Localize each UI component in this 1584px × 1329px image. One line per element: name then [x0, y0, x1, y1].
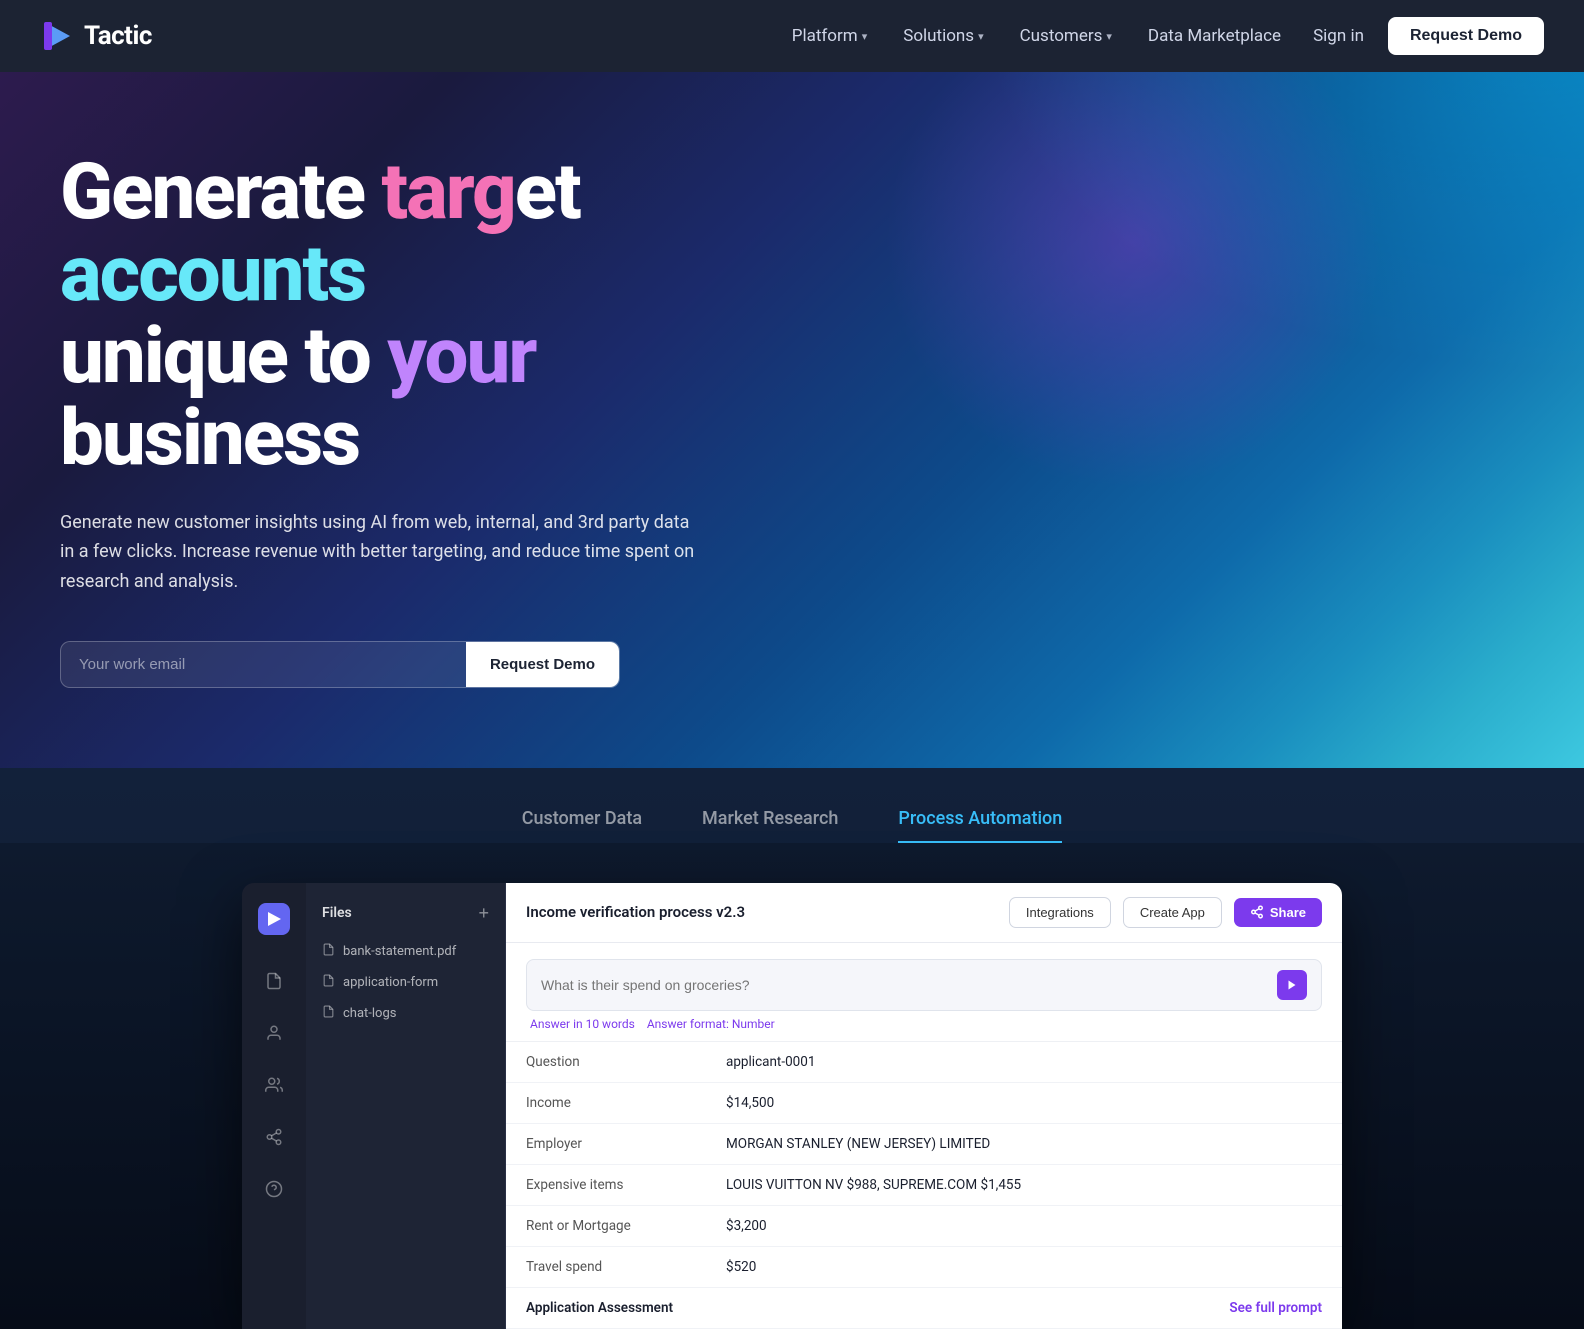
- data-table: Question applicant-0001 Income $14,500 E…: [506, 1042, 1342, 1329]
- logo-icon: [40, 18, 76, 54]
- sidebar-user-icon[interactable]: [258, 1017, 290, 1049]
- nav-request-demo-button[interactable]: Request Demo: [1388, 17, 1544, 55]
- share-button[interactable]: Share: [1234, 898, 1322, 927]
- files-add-button[interactable]: +: [478, 903, 489, 924]
- file-item-bank[interactable]: bank-statement.pdf: [306, 936, 505, 967]
- customers-chevron-icon: ▾: [1106, 30, 1112, 43]
- query-hint-1: Answer in 10 words: [530, 1017, 635, 1031]
- row-value-4: $3,200: [706, 1205, 1342, 1246]
- table-row: Question applicant-0001: [506, 1042, 1342, 1083]
- hero-subtitle: Generate new customer insights using AI …: [60, 508, 700, 597]
- tab-customer-data[interactable]: Customer Data: [522, 808, 642, 843]
- tab-market-research[interactable]: Market Research: [702, 808, 838, 843]
- nav-links: Platform ▾ Solutions ▾ Customers ▾ Data …: [776, 18, 1297, 54]
- table-row: Income $14,500: [506, 1082, 1342, 1123]
- solutions-chevron-icon: ▾: [978, 30, 984, 43]
- query-submit-button[interactable]: [1277, 970, 1307, 1000]
- sidebar-help-icon[interactable]: [258, 1173, 290, 1205]
- row-label-5: Travel spend: [506, 1246, 706, 1287]
- sidebar-files-icon[interactable]: [258, 965, 290, 997]
- hero-section: Generate target accounts unique to your …: [0, 72, 1584, 768]
- sidebar-share-icon[interactable]: [258, 1121, 290, 1153]
- row-label-0: Question: [506, 1042, 706, 1083]
- table-row: Employer MORGAN STANLEY (NEW JERSEY) LIM…: [506, 1123, 1342, 1164]
- query-hints: Answer in 10 words Answer format: Number: [526, 1011, 1322, 1033]
- query-area: Answer in 10 words Answer format: Number: [506, 943, 1342, 1042]
- files-header: Files +: [306, 903, 505, 936]
- nav-platform[interactable]: Platform ▾: [776, 18, 883, 54]
- file-item-chat[interactable]: chat-logs: [306, 998, 505, 1029]
- results-table: Question applicant-0001 Income $14,500 E…: [506, 1042, 1342, 1329]
- hero-title: Generate target accounts unique to your …: [60, 152, 840, 480]
- file-item-application[interactable]: application-form: [306, 967, 505, 998]
- sidebar-logo-icon: [258, 903, 290, 935]
- app-window: Files + bank-statement.pdf: [242, 883, 1342, 1329]
- table-row: Rent or Mortgage $3,200: [506, 1205, 1342, 1246]
- nav-data-marketplace[interactable]: Data Marketplace: [1132, 18, 1297, 54]
- email-input[interactable]: [61, 642, 466, 687]
- query-hint-2: Answer format: Number: [647, 1017, 775, 1031]
- logo-text: Tactic: [84, 21, 152, 51]
- row-label-4: Rent or Mortgage: [506, 1205, 706, 1246]
- files-label: Files: [322, 905, 352, 921]
- file-name-3: chat-logs: [343, 1006, 396, 1021]
- tab-process-automation[interactable]: Process Automation: [898, 808, 1062, 843]
- hero-email-form: Request Demo: [60, 641, 620, 688]
- share-label: Share: [1270, 905, 1306, 920]
- query-input[interactable]: [541, 977, 1267, 993]
- row-label-1: Income: [506, 1082, 706, 1123]
- file-name-1: bank-statement.pdf: [343, 944, 456, 959]
- row-value-3: LOUIS VUITTON NV $988, SUPREME.COM $1,45…: [706, 1164, 1342, 1205]
- assessment-label: Application Assessment: [506, 1287, 706, 1328]
- table-row: Expensive items LOUIS VUITTON NV $988, S…: [506, 1164, 1342, 1205]
- file-doc-icon-2: [322, 974, 335, 991]
- app-main: Income verification process v2.3 Integra…: [506, 883, 1342, 1329]
- hero-request-demo-button[interactable]: Request Demo: [466, 642, 619, 687]
- assessment-row: Application Assessment See full prompt: [506, 1287, 1342, 1328]
- integrations-button[interactable]: Integrations: [1009, 897, 1111, 928]
- submit-arrow-icon: [1286, 979, 1298, 991]
- row-value-2: MORGAN STANLEY (NEW JERSEY) LIMITED: [706, 1123, 1342, 1164]
- app-sidebar: [242, 883, 306, 1329]
- row-label-3: Expensive items: [506, 1164, 706, 1205]
- tabs-section: Customer Data Market Research Process Au…: [0, 768, 1584, 1329]
- file-doc-icon-1: [322, 943, 335, 960]
- navbar: Tactic Platform ▾ Solutions ▾ Customers …: [0, 0, 1584, 72]
- sidebar-users-icon[interactable]: [258, 1069, 290, 1101]
- app-topbar: Income verification process v2.3 Integra…: [506, 883, 1342, 943]
- logo-link[interactable]: Tactic: [40, 18, 152, 54]
- row-label-2: Employer: [506, 1123, 706, 1164]
- platform-chevron-icon: ▾: [862, 30, 868, 43]
- file-doc-icon-3: [322, 1005, 335, 1022]
- tabs-bar: Customer Data Market Research Process Au…: [0, 768, 1584, 843]
- signin-link[interactable]: Sign in: [1297, 18, 1380, 54]
- app-title: Income verification process v2.3: [526, 903, 997, 921]
- files-panel: Files + bank-statement.pdf: [306, 883, 506, 1329]
- see-full-prompt-link[interactable]: See full prompt: [706, 1287, 1342, 1328]
- share-icon: [1250, 905, 1264, 919]
- table-row: Travel spend $520: [506, 1246, 1342, 1287]
- file-name-2: application-form: [343, 975, 438, 990]
- create-app-button[interactable]: Create App: [1123, 897, 1222, 928]
- row-value-1: $14,500: [706, 1082, 1342, 1123]
- app-panel-wrapper: Files + bank-statement.pdf: [0, 843, 1584, 1329]
- row-value-0: applicant-0001: [706, 1042, 1342, 1083]
- query-row: [526, 959, 1322, 1011]
- nav-solutions[interactable]: Solutions ▾: [887, 18, 999, 54]
- hero-content: Generate target accounts unique to your …: [60, 152, 840, 688]
- row-value-5: $520: [706, 1246, 1342, 1287]
- nav-customers[interactable]: Customers ▾: [1004, 18, 1128, 54]
